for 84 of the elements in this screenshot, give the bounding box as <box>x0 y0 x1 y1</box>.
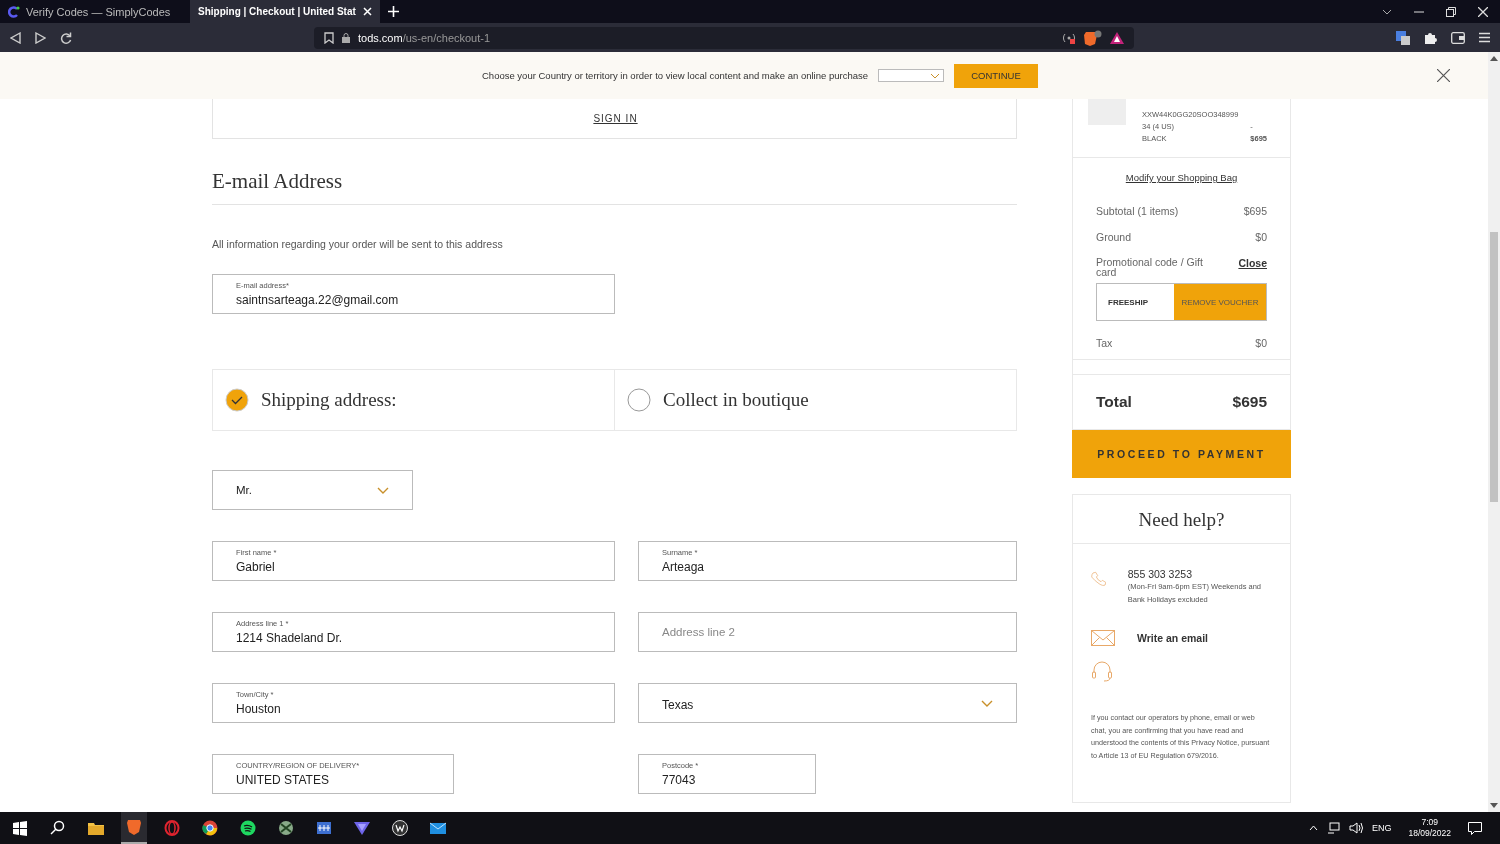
minimize-icon[interactable] <box>1414 10 1424 13</box>
restore-icon[interactable] <box>1446 6 1456 17</box>
radio-button[interactable] <box>225 388 249 412</box>
w-logo-icon[interactable] <box>392 820 408 836</box>
summary-label: Subtotal (1 items) <box>1096 205 1179 217</box>
wallet-icon[interactable] <box>1451 31 1465 44</box>
info-text: All information regarding your order will be sent to this address <box>212 238 504 250</box>
radio-button[interactable] <box>627 388 651 412</box>
envelope-icon <box>1091 630 1115 646</box>
triangle-icon[interactable] <box>1110 31 1124 44</box>
continue-button[interactable]: CONTINUE <box>954 63 1038 88</box>
banner-message: Choose your Country or territory in order to view local content and make an online purchase <box>482 70 868 81</box>
remove-voucher-button[interactable]: REMOVE VOUCHER <box>1174 284 1266 320</box>
field-value: Houston <box>236 702 282 716</box>
sign-in-link[interactable]: SIGN IN <box>593 113 638 124</box>
forward-icon[interactable] <box>35 31 46 44</box>
scroll-up-icon[interactable] <box>1490 56 1498 61</box>
network-icon[interactable] <box>1326 822 1340 834</box>
lock-icon <box>342 32 350 43</box>
field-value: 77043 <box>662 773 697 787</box>
delivery-option[interactable]: Collect in boutique <box>614 370 1016 430</box>
clock-date[interactable]: 18/09/2022 <box>1408 828 1451 839</box>
field-value: saintnsarteaga.22@gmail.com <box>236 293 400 307</box>
summary-label: Ground <box>1096 231 1132 243</box>
browser-tab[interactable]: Shipping | Checkout | United Stat <box>190 0 380 23</box>
total-label: Total <box>1096 393 1132 411</box>
title-select[interactable]: Mr. <box>212 470 413 510</box>
proceed-to-payment-button[interactable]: PROCEED TO PAYMENT <box>1072 430 1291 478</box>
select-value: Texas <box>662 697 694 712</box>
delivery-option[interactable]: Shipping address: <box>213 370 614 430</box>
scrollbar-thumb[interactable] <box>1490 232 1498 502</box>
select-value: Mr. <box>236 484 252 496</box>
clock-time[interactable]: 7:09 <box>1421 817 1438 828</box>
input-field[interactable]: Address line 2 <box>638 612 1017 652</box>
translate-icon[interactable] <box>1396 30 1410 45</box>
chevron-down-icon <box>981 699 993 707</box>
placeholder-text: Address line 2 <box>662 626 736 638</box>
voucher-field[interactable]: FREESHIP REMOVE VOUCHER <box>1096 283 1267 321</box>
speaker-icon[interactable] <box>1348 822 1363 834</box>
sound-waves-icon[interactable] <box>240 820 256 836</box>
close-icon[interactable] <box>1437 69 1450 82</box>
puzzle-icon[interactable] <box>1424 31 1437 44</box>
state-select[interactable]: Texas <box>638 683 1017 723</box>
summary-value: $0 <box>1255 337 1267 349</box>
field-value: UNITED STATES <box>236 773 330 787</box>
promo-label: Promotional code / Gift card <box>1096 257 1204 277</box>
scroll-down-icon[interactable] <box>1490 803 1498 808</box>
bookmark-icon[interactable] <box>324 31 334 44</box>
summary-value: $695 <box>1243 205 1267 217</box>
summary-value: $0 <box>1255 231 1267 243</box>
total-value: $695 <box>1232 393 1267 411</box>
new-tab-icon[interactable] <box>388 6 399 17</box>
chevron-down-icon[interactable] <box>1382 8 1392 15</box>
v-logo-icon[interactable] <box>354 820 370 836</box>
email-link[interactable]: Write an email <box>1137 632 1208 644</box>
section-heading: E-mail Address <box>212 169 1017 205</box>
headset-icon <box>1091 660 1113 682</box>
field-value: Gabriel <box>236 560 276 574</box>
option-label: Shipping address: <box>261 389 397 411</box>
option-label: Collect in boutique <box>663 389 809 411</box>
grid-app-icon[interactable] <box>316 820 332 836</box>
folder-icon[interactable] <box>88 820 104 836</box>
start-icon[interactable] <box>12 820 28 836</box>
menu-icon[interactable] <box>1479 32 1490 43</box>
chevron-up-icon[interactable] <box>1308 825 1318 831</box>
ring-icon[interactable] <box>164 820 180 836</box>
circle-logo-icon[interactable] <box>202 820 218 836</box>
help-title: Need help? <box>1073 495 1290 544</box>
field-value: 1214 Shadeland Dr. <box>236 631 344 645</box>
field-value: Arteaga <box>662 560 706 574</box>
back-icon[interactable] <box>10 31 21 44</box>
modify-bag-link[interactable]: Modify your Shopping Bag <box>1125 172 1238 183</box>
language-indicator[interactable]: ENG <box>1371 823 1392 833</box>
close-link[interactable]: Close <box>1238 257 1267 277</box>
mail-icon[interactable] <box>430 820 446 836</box>
c-logo-icon <box>8 5 20 18</box>
search-icon[interactable] <box>50 820 66 836</box>
broadcast-icon[interactable] <box>1062 31 1076 44</box>
summary-label: Tax <box>1096 337 1113 349</box>
chevron-down-icon <box>930 72 940 79</box>
reload-icon[interactable] <box>60 31 72 44</box>
phone-number: 855 303 3253 <box>1127 568 1193 580</box>
chevron-down-icon <box>377 486 389 494</box>
notifications-icon[interactable] <box>1468 821 1482 835</box>
